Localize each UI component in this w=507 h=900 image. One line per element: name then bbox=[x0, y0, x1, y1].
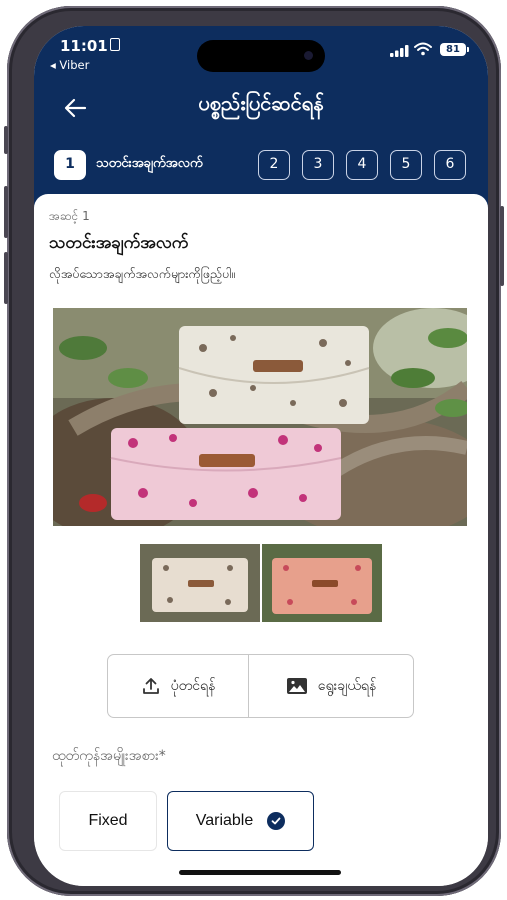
wifi-icon bbox=[414, 42, 432, 56]
form-content: အဆင့် 1 သတင်းအချက်အလက် လိုအပ်သောအချက်အလက… bbox=[34, 194, 488, 886]
choose-button-label: ရွေးချယ်ရန် bbox=[317, 677, 377, 694]
volume-down-button bbox=[4, 252, 8, 304]
screen: 11:01 ◂ Viber 81 ပစ္စည်းပြင်ဆင်ရန် 1 သတင… bbox=[34, 26, 488, 886]
fixed-option-label: Fixed bbox=[88, 812, 128, 829]
cellular-signal-icon bbox=[390, 45, 409, 57]
section-title: သတင်းအချက်အလက် bbox=[49, 233, 189, 253]
image-action-group: ပုံတင်ရန် ရွေးချယ်ရန် bbox=[107, 654, 414, 718]
volume-up-button bbox=[4, 186, 8, 238]
step-2-tab[interactable]: 2 bbox=[258, 150, 290, 180]
back-to-app-link[interactable]: ◂ Viber bbox=[50, 58, 89, 72]
status-bar: 11:01 ◂ Viber 81 bbox=[34, 26, 488, 86]
step-1-tab[interactable]: 1 bbox=[54, 150, 86, 180]
page-title: ပစ္စည်းပြင်ဆင်ရန် bbox=[198, 91, 324, 115]
image-gallery-icon bbox=[286, 678, 307, 694]
dynamic-island bbox=[197, 40, 325, 72]
lock-icon bbox=[110, 38, 120, 51]
thumbnail-strip[interactable] bbox=[140, 544, 382, 622]
app-header: 11:01 ◂ Viber 81 ပစ္စည်းပြင်ဆင်ရန် 1 သတင… bbox=[34, 26, 488, 216]
product-type-fixed-option[interactable]: Fixed bbox=[59, 791, 157, 851]
main-product-photo[interactable] bbox=[53, 308, 467, 526]
product-type-label-text: ထုတ်ကုန်အမျိုးအစား bbox=[52, 748, 159, 764]
step-number-label: အဆင့် 1 bbox=[49, 209, 90, 223]
step-5-tab[interactable]: 5 bbox=[390, 150, 422, 180]
choose-image-button[interactable]: ရွေးချယ်ရန် bbox=[249, 655, 413, 717]
upload-image-button[interactable]: ပုံတင်ရန် bbox=[108, 655, 249, 717]
power-button bbox=[500, 206, 504, 286]
action-button bbox=[4, 126, 8, 154]
required-mark: * bbox=[158, 748, 166, 764]
upload-button-label: ပုံတင်ရန် bbox=[170, 677, 216, 694]
check-circle-icon bbox=[267, 812, 286, 830]
phone-frame: 11:01 ◂ Viber 81 ပစ္စည်းပြင်ဆင်ရန် 1 သတင… bbox=[4, 6, 504, 896]
section-description: လိုအပ်သောအချက်အလက်များကိုဖြည့်ပါ။ bbox=[49, 266, 236, 281]
product-type-label: ထုတ်ကုန်အမျိုးအစား* bbox=[52, 746, 166, 767]
battery-indicator: 81 bbox=[440, 43, 469, 56]
status-time: 11:01 bbox=[60, 37, 108, 55]
active-step-label: သတင်းအချက်အလက် bbox=[96, 156, 203, 171]
step-6-tab[interactable]: 6 bbox=[434, 150, 466, 180]
step-4-tab[interactable]: 4 bbox=[346, 150, 378, 180]
home-indicator[interactable] bbox=[179, 870, 341, 875]
step-3-tab[interactable]: 3 bbox=[302, 150, 334, 180]
back-arrow-icon[interactable] bbox=[61, 94, 89, 122]
camera-icon bbox=[304, 51, 313, 60]
upload-icon bbox=[142, 678, 159, 694]
variable-option-label: Variable bbox=[195, 812, 254, 829]
product-type-variable-option[interactable]: Variable bbox=[167, 791, 314, 851]
